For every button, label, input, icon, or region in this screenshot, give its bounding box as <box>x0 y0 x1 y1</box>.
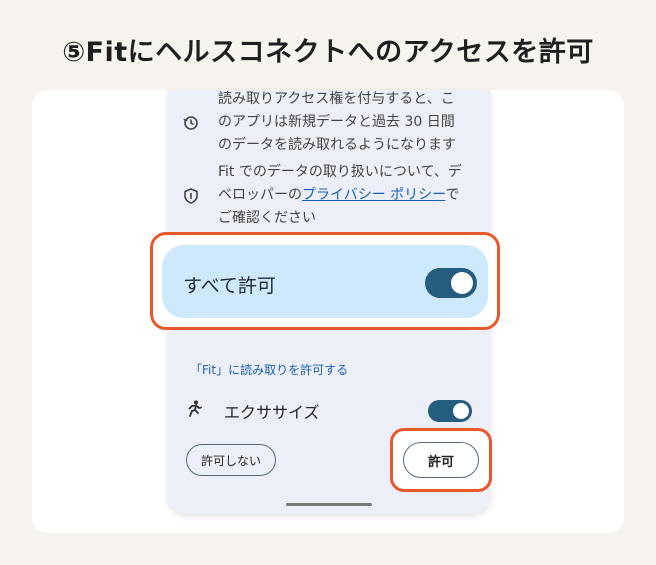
history-text-line3: のデータを読み取れるようになります <box>218 137 456 153</box>
privacy-text-line1: Fit でのデータの取り扱いについて、デ <box>218 164 462 180</box>
all-allow-label: すべて許可 <box>183 275 276 297</box>
deny-button[interactable]: 許可しない <box>186 444 276 476</box>
history-text-line1: 読み取りアクセス権を付与すると、こ <box>218 91 455 107</box>
privacy-prefix: ベロッパーの <box>218 187 302 203</box>
section-label: 「Fit」に読み取りを許可する <box>190 363 349 377</box>
exercise-label: エクササイズ <box>224 403 320 422</box>
shield-icon <box>180 187 202 204</box>
history-text-line2: のアプリは新規データと過去 30 日間 <box>218 114 455 130</box>
allow-highlight: 許可 <box>390 428 492 492</box>
privacy-suffix: で <box>445 187 460 203</box>
gesture-bar <box>286 503 372 506</box>
privacy-text-line3: ご確認ください <box>218 210 316 226</box>
privacy-info-row: Fit でのデータの取り扱いについて、デ ベロッパーのプライバシー ポリシーで … <box>180 161 482 230</box>
exercise-permission-row[interactable]: エクササイズ <box>186 398 472 424</box>
running-icon <box>186 400 202 422</box>
privacy-text-line2: ベロッパーのプライバシー ポリシーで <box>218 184 462 207</box>
history-icon <box>180 115 202 131</box>
all-allow-highlight: すべて許可 <box>150 232 500 330</box>
allow-button[interactable]: 許可 <box>403 442 479 478</box>
history-info-row: 読み取りアクセス権を付与すると、こ のアプリは新規データと過去 30 日間 のデ… <box>180 90 482 157</box>
exercise-toggle[interactable] <box>428 400 472 422</box>
page-title: ⑤Fitにヘルスコネクトへのアクセスを許可 <box>62 37 594 68</box>
privacy-policy-link[interactable]: プライバシー ポリシー <box>302 187 445 203</box>
toggle-knob <box>451 272 473 294</box>
all-allow-row[interactable]: すべて許可 <box>162 245 488 318</box>
all-allow-toggle[interactable] <box>425 268 477 298</box>
toggle-knob <box>453 403 469 419</box>
